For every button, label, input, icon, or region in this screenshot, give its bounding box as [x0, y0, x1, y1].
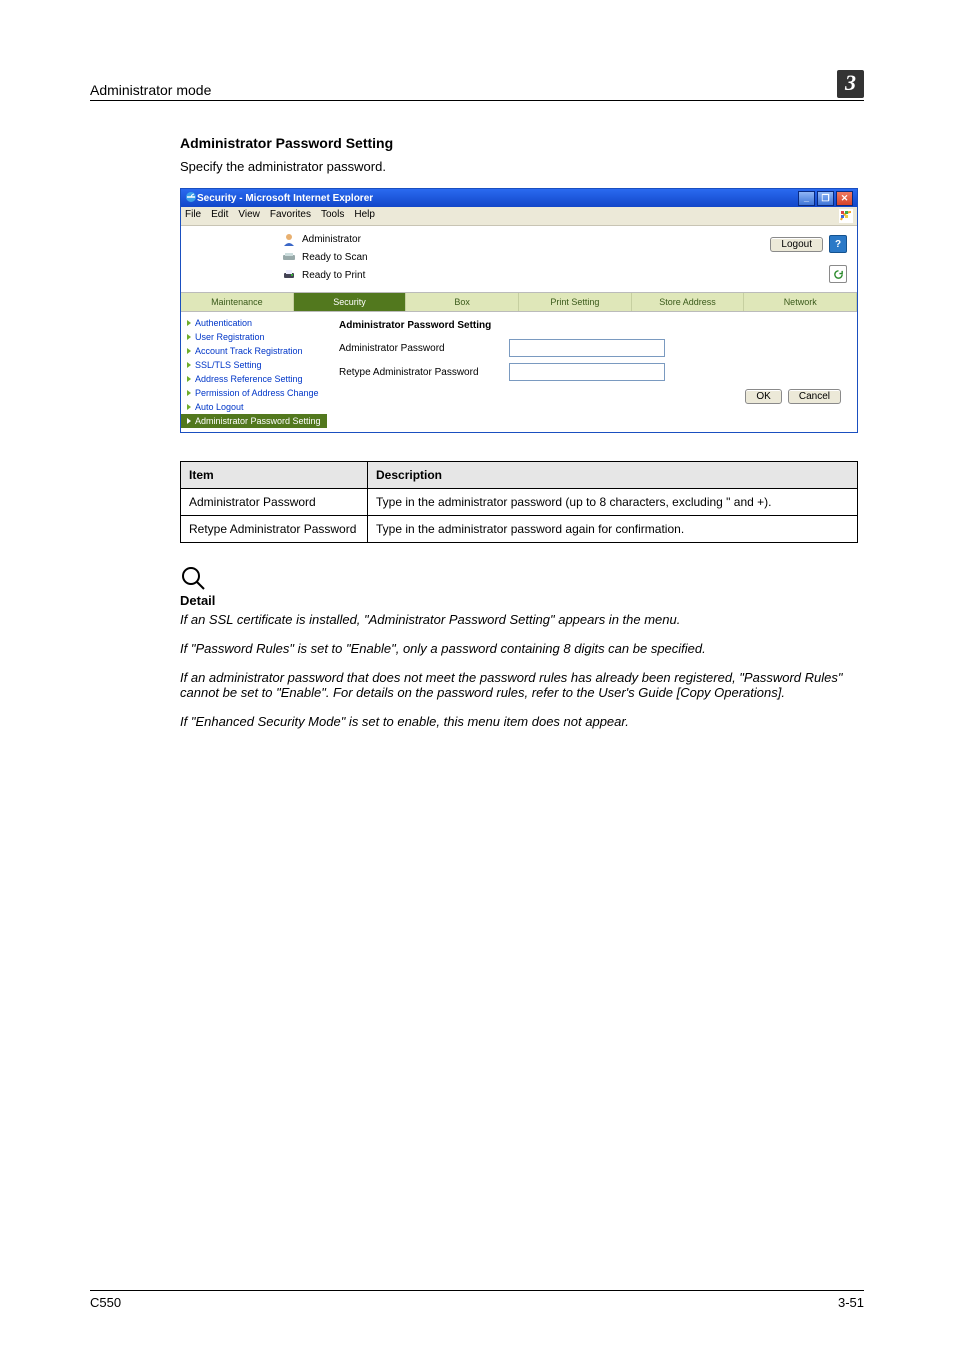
page-footer: C550 3-51 [90, 1290, 864, 1310]
window-title: Security - Microsoft Internet Explorer [197, 193, 796, 204]
header-strip: Administrator Ready to Scan Ready to Pri… [181, 226, 857, 292]
running-header: Administrator mode 3 [90, 70, 864, 101]
tab-box[interactable]: Box [406, 293, 519, 311]
tab-store-address[interactable]: Store Address [632, 293, 745, 311]
table-row: Administrator Password Type in the admin… [181, 489, 858, 516]
description-table: Item Description Administrator Password … [180, 461, 858, 543]
ok-button[interactable]: OK [745, 389, 781, 404]
ie-throbber-icon [839, 209, 853, 223]
menu-tools[interactable]: Tools [321, 209, 344, 223]
label-retype-password: Retype Administrator Password [339, 367, 509, 378]
admin-label: Administrator [302, 234, 361, 245]
detail-para: If "Enhanced Security Mode" is set to en… [180, 714, 858, 729]
footer-page: 3-51 [838, 1295, 864, 1310]
sidebar-item-ssl-tls[interactable]: SSL/TLS Setting [181, 358, 327, 372]
col-item: Item [181, 462, 368, 489]
sidebar-item-authentication[interactable]: Authentication [181, 316, 327, 330]
screenshot: Security - Microsoft Internet Explorer _… [180, 188, 858, 433]
detail-para: If "Password Rules" is set to "Enable", … [180, 641, 858, 656]
tab-maintenance[interactable]: Maintenance [181, 293, 294, 311]
label-admin-password: Administrator Password [339, 343, 509, 354]
form-panel: Administrator Password Setting Administr… [327, 312, 857, 432]
minimize-icon[interactable]: _ [798, 191, 815, 206]
brand-logo-area [181, 232, 274, 286]
tab-network[interactable]: Network [744, 293, 857, 311]
footer-model: C550 [90, 1295, 121, 1310]
sidebar-item-account-track[interactable]: Account Track Registration [181, 344, 327, 358]
logout-button[interactable]: Logout [770, 237, 823, 252]
retype-password-field[interactable] [509, 363, 665, 381]
menu-view[interactable]: View [238, 209, 260, 223]
table-row: Retype Administrator Password Type in th… [181, 516, 858, 543]
sidebar-item-user-registration[interactable]: User Registration [181, 330, 327, 344]
menu-edit[interactable]: Edit [211, 209, 228, 223]
detail-para: If an SSL certificate is installed, "Adm… [180, 612, 858, 627]
sidebar-item-address-reference[interactable]: Address Reference Setting [181, 372, 327, 386]
scanner-icon [282, 250, 296, 264]
side-menu: Authentication User Registration Account… [181, 312, 327, 432]
menu-file[interactable]: File [185, 209, 201, 223]
cancel-button[interactable]: Cancel [788, 389, 841, 404]
col-description: Description [368, 462, 858, 489]
menu-favorites[interactable]: Favorites [270, 209, 311, 223]
status-scan: Ready to Scan [302, 252, 368, 263]
sidebar-item-admin-password[interactable]: Administrator Password Setting [181, 414, 327, 428]
section-title: Administrator Password Setting [180, 135, 858, 151]
sidebar-item-auto-logout[interactable]: Auto Logout [181, 400, 327, 414]
maximize-icon[interactable]: ❐ [817, 191, 834, 206]
sidebar-item-permission-address[interactable]: Permission of Address Change [181, 386, 327, 400]
status-print: Ready to Print [302, 270, 365, 281]
browser-menubar: File Edit View Favorites Tools Help [181, 207, 857, 226]
admin-password-field[interactable] [509, 339, 665, 357]
form-title: Administrator Password Setting [339, 320, 845, 331]
running-header-text: Administrator mode [90, 82, 837, 98]
section-lead: Specify the administrator password. [180, 159, 858, 174]
magnifier-icon [180, 565, 206, 591]
tab-bar: Maintenance Security Box Print Setting S… [181, 292, 857, 312]
close-icon[interactable]: ✕ [836, 191, 853, 206]
printer-icon [282, 268, 296, 282]
menu-help[interactable]: Help [354, 209, 375, 223]
help-button[interactable]: ? [829, 235, 847, 253]
detail-note: Detail If an SSL certificate is installe… [180, 565, 858, 729]
detail-para: If an administrator password that does n… [180, 670, 858, 700]
refresh-icon[interactable] [829, 265, 847, 283]
window-titlebar: Security - Microsoft Internet Explorer _… [181, 189, 857, 207]
detail-heading: Detail [180, 593, 858, 608]
admin-avatar-icon [282, 232, 296, 246]
tab-security[interactable]: Security [294, 293, 407, 311]
chapter-badge: 3 [837, 70, 864, 98]
ie-icon [185, 191, 197, 206]
tab-print-setting[interactable]: Print Setting [519, 293, 632, 311]
